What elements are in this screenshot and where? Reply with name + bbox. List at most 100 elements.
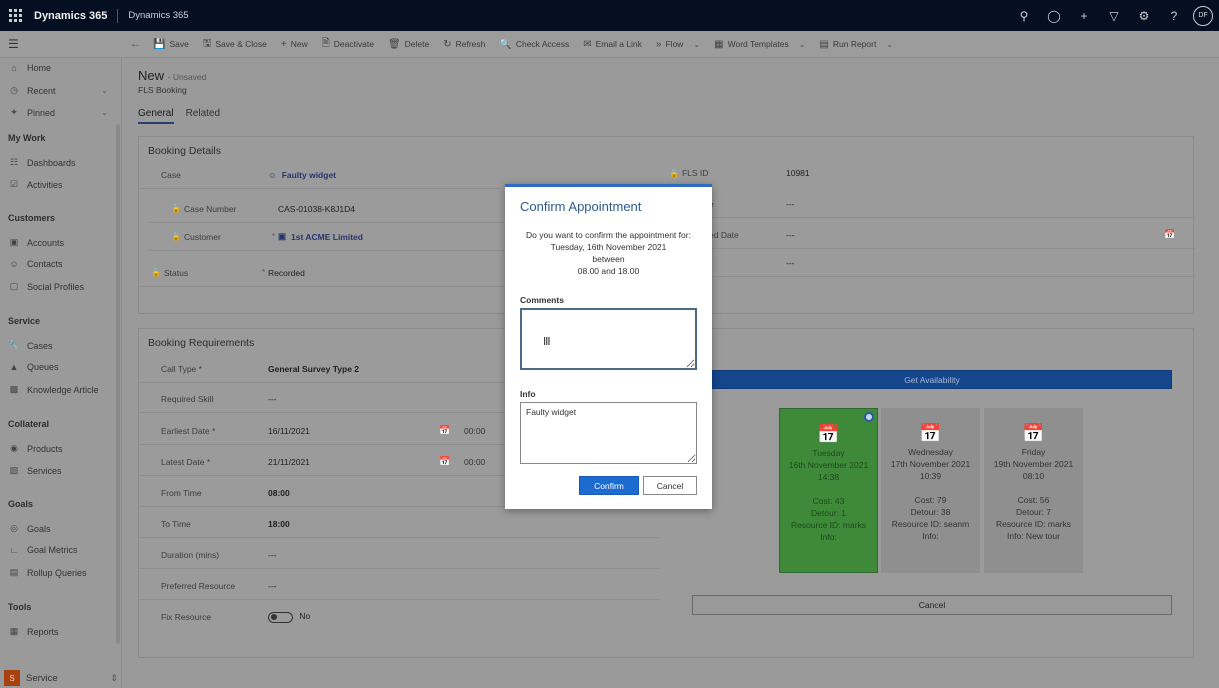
sidebar-item-goal-metrics[interactable]: ∟ Goal Metrics <box>8 545 108 555</box>
customer-lookup[interactable]: ▣ 1st ACME Limited <box>278 231 363 242</box>
sidebar-item-rollup-queries[interactable]: ▤ Rollup Queries <box>8 567 108 578</box>
from-time-value[interactable]: 08:00 <box>268 488 290 498</box>
area-switcher[interactable]: S Service ⇕ <box>4 670 118 686</box>
sidebar-item-label: Dashboards <box>27 157 76 168</box>
field-label: Earliest Date * <box>161 425 216 436</box>
social-profile-icon: ▢ <box>9 281 19 291</box>
run-report-label: Run Report <box>832 39 877 49</box>
switch-area-icon[interactable]: ⇕ <box>110 673 118 684</box>
tab-general[interactable]: General <box>138 108 174 124</box>
duration-value[interactable]: --- <box>268 550 277 560</box>
partial-row-3: --- <box>709 249 1195 277</box>
field-label: Case <box>161 169 181 180</box>
sidebar-item-accounts[interactable]: ▣ Accounts <box>8 237 108 248</box>
new-button[interactable]: + New <box>281 39 308 50</box>
hamburger-menu-icon[interactable]: ☰ <box>0 37 125 51</box>
sidebar-item-cases[interactable]: 🔧 Cases <box>8 340 108 351</box>
sidebar-item-dashboards[interactable]: ☷ Dashboards <box>8 157 108 168</box>
sidebar-item-products[interactable]: ◉ Products <box>8 443 108 454</box>
back-arrow-icon[interactable]: ← <box>130 38 141 50</box>
field-label: Preferred Resource <box>161 580 236 591</box>
chevron-down-icon[interactable]: ⌄ <box>101 86 108 95</box>
sidebar-scrollbar[interactable] <box>116 124 120 644</box>
slot-time: 10:39 <box>919 471 942 481</box>
search-icon[interactable]: ⚲ <box>1009 9 1039 23</box>
queue-icon: ▲ <box>9 362 19 372</box>
selected-radio[interactable] <box>864 412 874 422</box>
sidebar-item-knowledge-article[interactable]: ▩ Knowledge Article <box>8 384 108 395</box>
filter-icon[interactable]: ▽ <box>1099 9 1129 23</box>
cancel-button[interactable]: Cancel <box>643 476 697 495</box>
sidebar-item-goals[interactable]: ◎ Goals <box>8 523 108 534</box>
sidebar-item-social-profiles[interactable]: ▢ Social Profiles <box>8 281 108 292</box>
app-title[interactable]: Dynamics 365 <box>34 10 107 22</box>
app-launcher-icon[interactable] <box>9 8 23 23</box>
deactivate-button[interactable]: 🗎 Deactivate <box>322 36 374 53</box>
sidebar-item-services[interactable]: ▧ Services <box>8 465 108 476</box>
sidebar-item-label: Reports <box>27 626 59 637</box>
run-report-button[interactable]: ▤ Run Report ⌄ <box>819 39 893 50</box>
save-close-button[interactable]: 🖫 Save & Close <box>203 36 267 53</box>
preferred-resource-value[interactable]: --- <box>268 581 277 591</box>
calendar-icon[interactable]: 📅 <box>439 425 450 436</box>
email-icon: ✉ <box>583 38 592 50</box>
availability-cancel-button[interactable]: Cancel <box>692 595 1172 615</box>
sidebar-item-activities[interactable]: ☑ Activities <box>8 179 108 190</box>
calendar-icon[interactable]: 📅 <box>1164 229 1175 240</box>
latest-time-value[interactable]: 00:00 <box>464 457 485 467</box>
avatar[interactable]: DF <box>1193 5 1213 26</box>
chevron-down-icon[interactable]: ⌄ <box>886 40 893 49</box>
chevron-down-icon[interactable]: ⌄ <box>693 40 700 49</box>
calendar-icon[interactable]: 📅 <box>439 456 450 467</box>
save-close-label: Save & Close <box>215 39 267 49</box>
email-link-button[interactable]: ✉ Email a Link <box>583 39 642 50</box>
app-name[interactable]: Dynamics 365 <box>128 10 188 21</box>
call-type-row: Call Type * General Survey Type 2 <box>139 355 509 383</box>
tab-related[interactable]: Related <box>186 108 220 124</box>
calendar-icon: 📅 <box>1022 423 1045 443</box>
preferred-resource-row: Preferred Resource --- <box>139 572 659 600</box>
word-templates-button[interactable]: ▦ Word Templates ⌄ <box>714 39 805 50</box>
slot-detour: Detour: 7 <box>1016 507 1051 517</box>
check-access-button[interactable]: 🔍 Check Access <box>499 39 569 50</box>
earliest-time-value[interactable]: 00:00 <box>464 426 485 436</box>
sidebar-item-contacts[interactable]: ☺ Contacts <box>8 259 108 269</box>
sidebar-item-home[interactable]: ⌂ Home <box>8 63 108 73</box>
sidebar-item-pinned[interactable]: ✦ Pinned ⌄ <box>8 107 108 118</box>
lightbulb-icon[interactable]: ◯ <box>1039 9 1069 23</box>
duration-row: Duration (mins) --- <box>139 541 659 569</box>
sidebar-group-my-work: My Work <box>8 133 46 143</box>
sidebar-item-queues[interactable]: ▲ Queues <box>8 362 108 372</box>
flow-button[interactable]: » Flow ⌄ <box>656 39 700 50</box>
case-lookup[interactable]: ☺ Faulty widget <box>268 170 336 180</box>
slot-day: Friday <box>1021 447 1046 457</box>
field-value: --- <box>786 257 795 268</box>
latest-date-value[interactable]: 21/11/2021 <box>268 457 310 467</box>
knowledge-icon: ▩ <box>9 384 19 394</box>
gear-icon[interactable]: ⚙ <box>1129 9 1159 23</box>
availability-slot[interactable]: 📅 Wednesday 17th November 2021 10:39 Cos… <box>881 408 980 573</box>
plus-icon[interactable]: + <box>1069 9 1099 23</box>
availability-slot[interactable]: 📅 Tuesday 16th November 2021 14:38 Cost:… <box>779 408 878 573</box>
contact-icon: ☺ <box>9 259 19 269</box>
refresh-button[interactable]: ↻ Refresh <box>443 39 485 50</box>
fix-resource-toggle[interactable] <box>268 611 293 623</box>
sidebar-item-reports[interactable]: ▦ Reports <box>8 626 108 637</box>
call-type-value[interactable]: General Survey Type 2 <box>268 364 359 374</box>
chevron-down-icon[interactable]: ⌄ <box>799 40 806 49</box>
info-textarea[interactable] <box>520 402 697 464</box>
required-skill-value[interactable]: --- <box>268 394 277 404</box>
confirm-button[interactable]: Confirm <box>579 476 639 495</box>
earliest-date-value[interactable]: 16/11/2021 <box>268 426 310 436</box>
to-time-value[interactable]: 18:00 <box>268 519 290 529</box>
account-icon: ▣ <box>278 231 287 241</box>
delete-button[interactable]: 🗑 Delete <box>388 39 429 50</box>
get-availability-button[interactable]: Get Availability <box>692 370 1172 389</box>
chevron-down-icon[interactable]: ⌄ <box>101 108 108 117</box>
save-button[interactable]: 💾 Save <box>153 39 189 50</box>
help-icon[interactable]: ? <box>1159 9 1189 23</box>
date-value[interactable]: --- <box>786 230 795 240</box>
availability-slot[interactable]: 📅 Friday 19th November 2021 08:10 Cost: … <box>984 408 1083 573</box>
section-title: Booking Details <box>148 145 221 157</box>
sidebar-item-recent[interactable]: ◷ Recent ⌄ <box>8 85 108 96</box>
